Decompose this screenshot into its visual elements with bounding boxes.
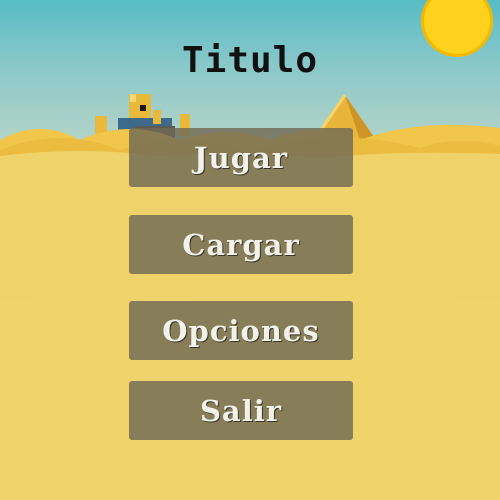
game-title: Titulo [181,40,319,81]
play-button[interactable]: Jugar [129,128,353,187]
quit-button[interactable]: Salir [129,381,353,440]
load-button[interactable]: Cargar [129,215,353,274]
options-button[interactable]: Opciones [129,301,353,360]
